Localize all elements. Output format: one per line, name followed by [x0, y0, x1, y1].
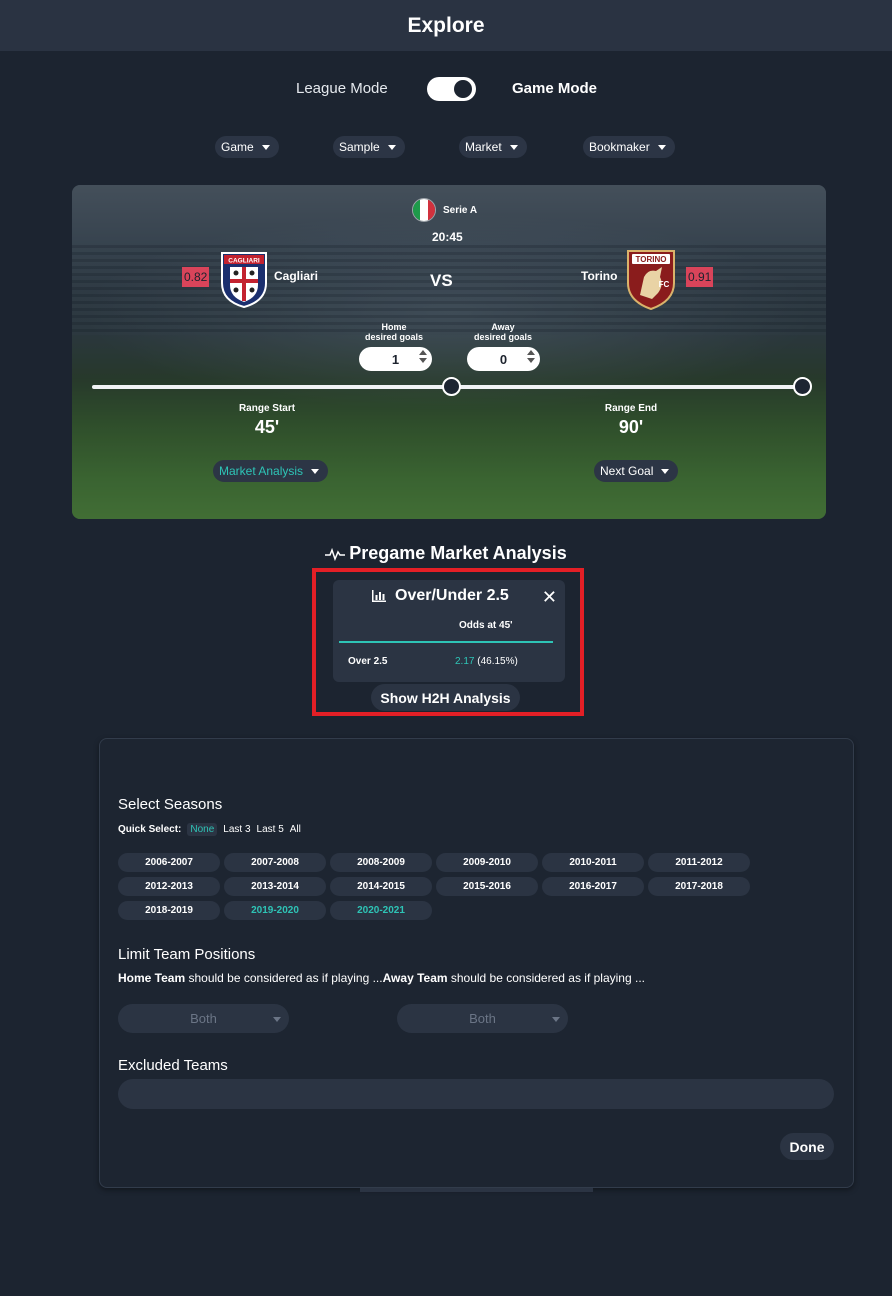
svg-text:TORINO: TORINO: [636, 255, 667, 264]
home-odds-badge: 0.82: [182, 267, 210, 287]
chevron-down-icon: [387, 144, 396, 150]
svg-text:FC: FC: [659, 280, 670, 289]
toggle-knob: [454, 80, 472, 98]
mode-toggle[interactable]: [427, 77, 476, 101]
analysis-title: Pregame Market Analysis: [349, 543, 567, 563]
sample-filter-dropdown[interactable]: Sample: [333, 136, 405, 158]
select-seasons-heading: Select Seasons: [118, 796, 223, 813]
chevron-down-icon: [552, 1017, 560, 1022]
market-analysis-label: Market Analysis: [219, 464, 304, 478]
quick-select-label: Quick Select:: [118, 824, 182, 835]
limit-positions-description: Home Team should be considered as if pla…: [118, 971, 645, 985]
quick-select: Quick Select: None Last 3 Last 5 All: [118, 823, 301, 836]
limit-positions-heading: Limit Team Positions: [118, 946, 256, 963]
league-info: Serie A: [412, 198, 477, 222]
home-team-name: Cagliari: [274, 269, 319, 283]
chevron-down-icon: [261, 144, 270, 150]
done-button[interactable]: Done: [780, 1133, 834, 1160]
chevron-down-icon: [509, 144, 518, 150]
quick-select-none[interactable]: None: [187, 823, 218, 836]
mode-switch-row: League Mode Game Mode: [0, 74, 892, 104]
away-goals-value: 0: [499, 351, 508, 367]
game-filter-label: Game: [221, 140, 254, 154]
season-chip[interactable]: 2014-2015: [330, 877, 432, 896]
season-chip[interactable]: 2020-2021: [330, 901, 432, 920]
game-filter-dropdown[interactable]: Game: [215, 136, 279, 158]
range-end-label: Range End: [604, 403, 658, 414]
range-end-value: 90': [618, 417, 644, 437]
kickoff-time: 20:45: [432, 230, 463, 244]
quick-select-all[interactable]: All: [290, 824, 301, 835]
next-goal-label: Next Goal: [600, 464, 654, 478]
season-chip[interactable]: 2011-2012: [648, 853, 750, 872]
excluded-teams-heading: Excluded Teams: [118, 1057, 228, 1074]
torino-crest-icon: TORINO FC: [627, 250, 675, 311]
league-name: Serie A: [443, 204, 478, 216]
home-position-select[interactable]: Both: [118, 1004, 289, 1033]
versus-label: VS: [430, 271, 453, 290]
bookmaker-filter-dropdown[interactable]: Bookmaker: [583, 136, 675, 158]
stepper-arrows-icon[interactable]: [419, 350, 427, 363]
away-goals-stepper[interactable]: 0: [467, 347, 540, 371]
analysis-section-title: Pregame Market Analysis: [0, 543, 892, 564]
italy-flag-icon: [412, 198, 436, 222]
season-chip[interactable]: 2009-2010: [436, 853, 538, 872]
season-chip[interactable]: 2010-2011: [542, 853, 644, 872]
season-chip[interactable]: 2006-2007: [118, 853, 220, 872]
game-mode-label[interactable]: Game Mode: [512, 80, 597, 97]
away-odds-badge: 0.91: [686, 267, 714, 287]
chevron-down-icon: [657, 144, 666, 150]
season-chip[interactable]: 2017-2018: [648, 877, 750, 896]
seasons-grid: 2006-2007 2007-2008 2008-2009 2009-2010 …: [118, 853, 758, 920]
cagliari-crest-icon: CAGLIARI: [221, 252, 267, 309]
range-end-handle[interactable]: [793, 377, 812, 396]
season-chip[interactable]: 2007-2008: [224, 853, 326, 872]
filter-settings-panel: Select Seasons Quick Select: None Last 3…: [99, 738, 854, 1188]
match-hero-card: Serie A 20:45 0.82 CAGLIARI Cagliari VS …: [72, 185, 826, 519]
range-start-label: Range Start: [238, 403, 296, 414]
excluded-teams-input[interactable]: [118, 1079, 834, 1109]
season-chip[interactable]: 2015-2016: [436, 877, 538, 896]
away-team-name: Torino: [581, 269, 618, 283]
range-start-value: 45': [254, 417, 280, 437]
away-position-select[interactable]: Both: [397, 1004, 568, 1033]
home-goals-value: 1: [391, 351, 400, 367]
sample-filter-label: Sample: [339, 140, 380, 154]
market-filter-dropdown[interactable]: Market: [459, 136, 527, 158]
chevron-down-icon: [273, 1017, 281, 1022]
league-mode-label[interactable]: League Mode: [296, 80, 388, 97]
pulse-icon: [325, 547, 346, 561]
chevron-down-icon: [661, 468, 670, 474]
highlight-box: [312, 568, 584, 716]
away-goals-label: Away desired goals: [473, 322, 533, 342]
season-chip[interactable]: 2018-2019: [118, 901, 220, 920]
home-goals-stepper[interactable]: 1: [359, 347, 432, 371]
season-chip[interactable]: 2016-2017: [542, 877, 644, 896]
quick-select-last-5[interactable]: Last 5: [257, 824, 284, 835]
season-chip[interactable]: 2019-2020: [224, 901, 326, 920]
home-goals-label: Home desired goals: [364, 322, 424, 342]
stepper-arrows-icon[interactable]: [527, 350, 535, 363]
bookmaker-filter-label: Bookmaker: [589, 140, 650, 154]
market-analysis-dropdown[interactable]: Market Analysis: [213, 460, 329, 482]
season-chip[interactable]: 2008-2009: [330, 853, 432, 872]
panel-bottom-tab: [360, 1188, 593, 1192]
season-chip[interactable]: 2013-2014: [224, 877, 326, 896]
season-chip[interactable]: 2012-2013: [118, 877, 220, 896]
page-title: Explore: [407, 13, 485, 37]
market-filter-label: Market: [465, 140, 502, 154]
next-goal-dropdown[interactable]: Next Goal: [594, 460, 679, 482]
chevron-down-icon: [311, 468, 320, 474]
range-start-handle[interactable]: [442, 377, 461, 396]
svg-text:CAGLIARI: CAGLIARI: [228, 258, 260, 265]
top-bar: Explore: [0, 0, 892, 51]
quick-select-last-3[interactable]: Last 3: [223, 824, 250, 835]
